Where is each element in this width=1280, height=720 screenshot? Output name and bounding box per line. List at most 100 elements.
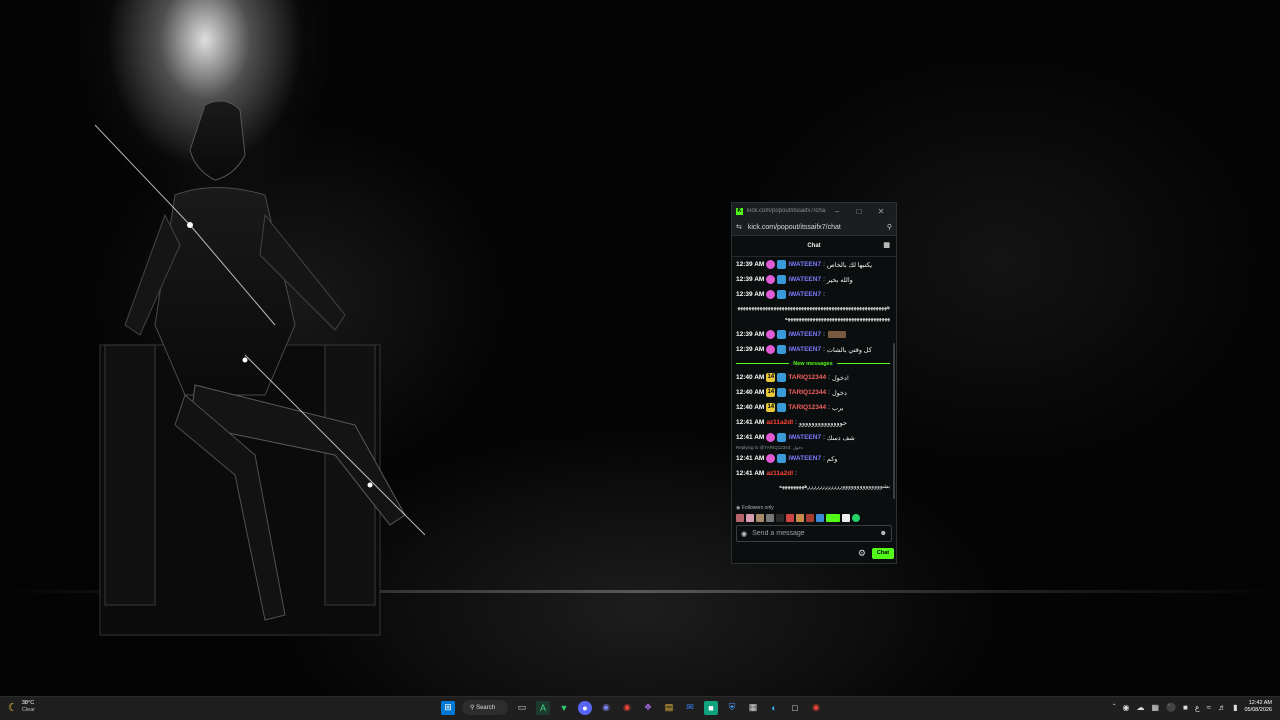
app-icon[interactable]: ■ [704, 700, 718, 715]
kick-logo-icon: K [736, 207, 743, 215]
username[interactable]: iWATEEN7 [788, 261, 821, 268]
subscriber-badge-icon [766, 454, 776, 463]
address-bar[interactable]: ⇆ kick.com/popout/itssaifx7/chat ⚲ [732, 219, 896, 236]
search-label: Search [476, 704, 496, 711]
battery-icon[interactable]: ▮ [1233, 703, 1237, 712]
message-input-box[interactable]: ◉ ☻ [736, 525, 892, 542]
emote-icon[interactable] [806, 514, 814, 522]
tray-app-icon[interactable]: ◉ [1123, 703, 1130, 712]
teams-icon[interactable]: ◉ [599, 701, 613, 715]
username[interactable]: TARIQ12344 [788, 404, 826, 411]
chat-popout-window: K kick.com/popout/itssaifx7/cha... – □ ✕… [731, 202, 897, 564]
chat-users-icon[interactable]: ▦ [883, 241, 890, 249]
start-windows-icon[interactable]: ⊞ [441, 700, 455, 715]
username[interactable]: iWATEEN7 [788, 346, 821, 353]
sub-months-badge: 14 [766, 388, 776, 397]
emote-icon[interactable] [796, 514, 804, 522]
gear-icon[interactable]: ⚙ [858, 548, 866, 559]
bird-badge-icon [777, 454, 787, 463]
chat-message: 12:41 AM iWATEEN7: شف دسك [736, 433, 855, 442]
maximize-icon[interactable]: □ [848, 207, 870, 216]
send-message-input[interactable] [752, 530, 880, 537]
url-text[interactable]: kick.com/popout/itssaifx7/chat [748, 224, 887, 231]
message-text: دخول! [831, 374, 849, 382]
message-text: حوووووووووووووو [798, 419, 848, 427]
mail-icon[interactable]: ✉ [683, 701, 697, 715]
chat-message: 12:41 AM az11a2dl: حوووووووووووووو [736, 419, 848, 427]
chevron-up-icon[interactable]: ˆ [1113, 703, 1116, 712]
username[interactable]: az11a2dl [766, 419, 793, 426]
username[interactable]: TARIQ12344 [788, 389, 826, 396]
username[interactable]: iWATEEN7 [788, 331, 821, 338]
vectorizer-icon[interactable]: ▼ [557, 701, 571, 715]
discord-icon[interactable]: ● [578, 700, 592, 715]
emote-icon[interactable] [826, 514, 840, 522]
search-icon[interactable]: ⚲ [887, 223, 892, 231]
keyboard-language[interactable]: ع [1195, 703, 1200, 712]
emote-icon[interactable] [852, 514, 860, 522]
clock[interactable]: 12:42 AM 05/08/2026 [1244, 700, 1272, 714]
bird-badge-icon [777, 373, 787, 382]
desktop-wallpaper [0, 0, 1280, 696]
bird-badge-icon [777, 433, 787, 442]
microphone-icon[interactable]: ⚫ [1166, 703, 1176, 712]
message-text: كل وقتي بالشات [826, 346, 872, 354]
sub-months-badge: 14 [766, 403, 776, 412]
username[interactable]: iWATEEN7 [788, 455, 821, 462]
emote-icon[interactable] [786, 514, 794, 522]
close-icon[interactable]: ✕ [870, 207, 892, 216]
username[interactable]: iWATEEN7 [788, 276, 821, 283]
emoji-icon[interactable]: ☻ [880, 530, 887, 537]
message-text: وكم [826, 455, 838, 463]
shield-icon[interactable]: ⛨ [725, 701, 739, 715]
bird-badge-icon [777, 290, 787, 299]
wifi-icon[interactable]: ≈ [1207, 703, 1211, 712]
message-time: 12:39 AM [736, 291, 765, 298]
file-explorer-icon[interactable]: ▤ [662, 701, 676, 715]
message-time: 12:41 AM [736, 434, 765, 441]
window-title: kick.com/popout/itssaifx7/cha... [747, 208, 826, 214]
message-text: يكتبها لك بالخاص [826, 261, 873, 269]
chat-message: 12:40 AM 14 TARIQ12344: دخول! [736, 373, 849, 382]
minimize-icon[interactable]: – [826, 207, 848, 216]
android-studio-icon[interactable]: A [536, 700, 550, 715]
cloud-icon[interactable]: ☁ [1137, 703, 1145, 712]
emote-icon[interactable] [816, 514, 824, 522]
chat-mode-icon[interactable]: ◉ [741, 530, 747, 538]
emote-icon[interactable] [746, 514, 754, 522]
quick-emote-bar [736, 514, 860, 522]
copilot-icon[interactable]: ❖ [641, 701, 655, 715]
chat-scrollbar[interactable] [893, 343, 895, 499]
subscriber-badge-icon [766, 260, 776, 269]
chrome-profile-icon[interactable]: ◉ [809, 701, 823, 715]
message-time: 12:40 AM [736, 389, 765, 396]
send-chat-button[interactable]: Chat [872, 547, 894, 559]
task-view-icon[interactable]: ▭ [515, 701, 529, 715]
notepad-icon[interactable]: □ [788, 701, 802, 715]
chrome-icon[interactable]: ◉ [620, 701, 634, 715]
calculator-icon[interactable]: ▦ [746, 701, 760, 715]
emote-icon[interactable] [756, 514, 764, 522]
emote-icon[interactable] [736, 514, 744, 522]
weather-widget[interactable]: ☾ 38°C Clear [8, 700, 35, 714]
username[interactable]: iWATEEN7 [788, 434, 821, 441]
username[interactable]: az11a2dl [766, 470, 793, 477]
emote-icon[interactable] [842, 514, 850, 522]
chat-message: 12:39 AM iWATEEN7: كل وقتي بالشات [736, 345, 872, 354]
username[interactable]: iWATEEN7 [788, 291, 821, 298]
emote-icon[interactable] [776, 514, 784, 522]
speaker-icon[interactable]: ♬ [1218, 703, 1226, 712]
message-text: والله بخير [826, 276, 853, 284]
taskbar-search[interactable]: ⚲ Search [462, 700, 508, 715]
message-text-long: بشووووووووووووووررررررررررررهههههههههه [778, 484, 890, 490]
bird-badge-icon [777, 403, 787, 412]
app-icon[interactable]: ▦ [1152, 703, 1160, 712]
lock-icon[interactable]: ■ [1183, 703, 1188, 712]
username[interactable]: TARIQ12344 [788, 374, 826, 381]
site-settings-icon[interactable]: ⇆ [736, 223, 742, 231]
edge-icon[interactable]: ◐ [767, 701, 781, 715]
message-time: 12:39 AM [736, 331, 765, 338]
message-text: برب [831, 404, 844, 412]
subscriber-badge-icon [766, 433, 776, 442]
emote-icon[interactable] [766, 514, 774, 522]
